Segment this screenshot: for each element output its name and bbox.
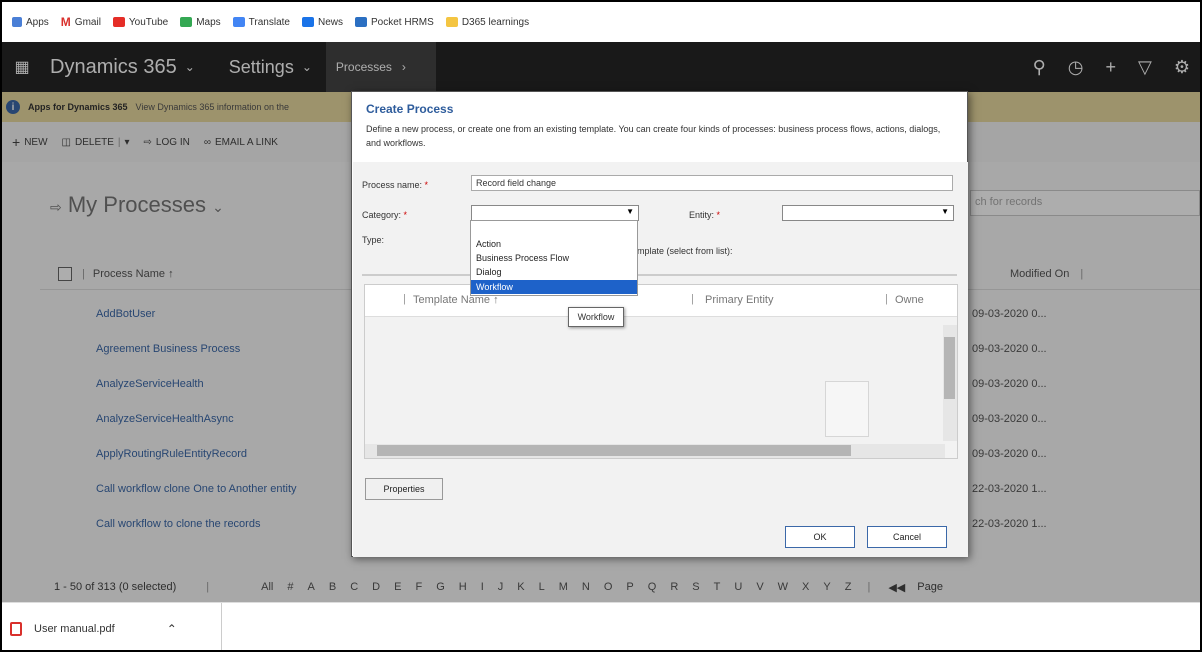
process-name-input[interactable]: Record field change — [471, 175, 953, 191]
youtube-icon — [112, 17, 125, 27]
create-process-dialog: Create Process Define a new process, or … — [351, 91, 968, 557]
required-marker: * — [716, 210, 721, 220]
bookmark-label: Gmail — [74, 16, 101, 28]
button-label: OK — [813, 532, 827, 542]
chevron-up-icon[interactable]: ⌃ — [167, 622, 177, 636]
button-label: Cancel — [892, 532, 921, 542]
maps-icon — [180, 17, 193, 27]
dialog-description: Define a new process, or create one from… — [366, 124, 941, 148]
bookmark-pocket-hrms[interactable]: Pocket HRMS — [355, 17, 434, 28]
template-grid: | Template Name ↑ | Primary Entity | Own… — [364, 284, 958, 459]
bookmark-d365-learnings[interactable]: D365 learnings — [445, 16, 530, 28]
scrollbar-thumb[interactable] — [377, 445, 851, 456]
bookmark-maps[interactable]: Maps — [180, 16, 221, 28]
label-text: Process name: — [362, 180, 423, 190]
dialog-title: Create Process — [366, 102, 454, 116]
required-marker: * — [403, 210, 408, 220]
properties-button[interactable]: Properties — [365, 478, 443, 500]
pdf-file-icon — [10, 621, 22, 636]
folder-icon — [445, 17, 458, 27]
bookmark-gmail[interactable]: M Gmail — [61, 15, 101, 29]
type-label: Type: — [362, 235, 385, 245]
horizontal-scrollbar[interactable] — [365, 444, 945, 458]
dropdown-option-workflow[interactable]: Workflow — [471, 280, 637, 294]
column-owner[interactable]: Owne — [895, 294, 924, 306]
bookmark-label: Maps — [196, 16, 221, 28]
ok-button[interactable]: OK — [785, 526, 855, 548]
template-grid-header: | Template Name ↑ | Primary Entity | Own… — [365, 285, 957, 317]
category-label: Category: * — [362, 210, 407, 220]
bookmark-label: News — [318, 16, 344, 28]
category-select[interactable]: ▼ — [471, 205, 639, 221]
bookmark-label: Translate — [248, 16, 290, 28]
bookmark-translate[interactable]: Translate — [232, 16, 290, 28]
bookmark-news[interactable]: News — [302, 17, 343, 28]
required-marker: * — [424, 180, 429, 190]
download-item[interactable]: User manual.pdf ⌃ — [2, 602, 222, 650]
column-separator: | — [403, 293, 406, 305]
label-text: Category: — [362, 210, 402, 220]
category-dropdown-list: Action Business Process Flow Dialog Work… — [470, 220, 638, 296]
input-value: Record field change — [476, 178, 557, 188]
dropdown-arrow-icon: ▼ — [941, 207, 949, 216]
gmail-icon: M — [60, 15, 71, 29]
bookmark-label: YouTube — [128, 16, 169, 28]
bookmark-apps[interactable]: Apps — [12, 17, 49, 28]
column-separator: | — [885, 293, 888, 305]
empty-document-icon — [825, 381, 869, 437]
bookmark-youtube[interactable]: YouTube — [112, 16, 169, 28]
browser-window: Apps M Gmail YouTube Maps Translate News… — [0, 0, 1202, 652]
scrollbar-thumb[interactable] — [944, 337, 955, 399]
dropdown-arrow-icon: ▼ — [626, 207, 634, 216]
tooltip: Workflow — [568, 307, 624, 327]
column-primary-entity[interactable]: Primary Entity — [705, 294, 773, 306]
dropdown-option-action[interactable]: Action — [471, 237, 637, 251]
entity-select[interactable]: ▼ — [782, 205, 954, 221]
column-separator: | — [691, 293, 694, 305]
news-icon — [302, 17, 314, 27]
cancel-button[interactable]: Cancel — [867, 526, 947, 548]
dropdown-option-dialog[interactable]: Dialog — [471, 265, 637, 279]
template-option-label[interactable]: mplate (select from list): — [637, 246, 733, 256]
dialog-body: Process name: * Record field change Cate… — [353, 162, 968, 557]
label-text: Entity: — [689, 210, 715, 220]
bookmark-label: D365 learnings — [461, 16, 530, 28]
dropdown-option-business-process-flow[interactable]: Business Process Flow — [471, 251, 637, 265]
translate-icon — [232, 17, 245, 27]
button-label: Properties — [383, 484, 425, 494]
download-shelf: User manual.pdf ⌃ — [2, 602, 1200, 650]
entity-label: Entity: * — [689, 210, 720, 220]
process-name-label: Process name: * — [362, 180, 428, 190]
download-filename: User manual.pdf — [34, 622, 115, 635]
vertical-scrollbar[interactable] — [943, 325, 957, 441]
divider — [362, 274, 957, 276]
bookmark-label: Pocket HRMS — [371, 16, 434, 28]
pocket-hrms-icon — [355, 17, 368, 27]
bookmarks-bar: Apps M Gmail YouTube Maps Translate News… — [2, 2, 1200, 42]
apps-grid-icon — [12, 17, 22, 27]
bookmark-label: Apps — [26, 16, 49, 28]
